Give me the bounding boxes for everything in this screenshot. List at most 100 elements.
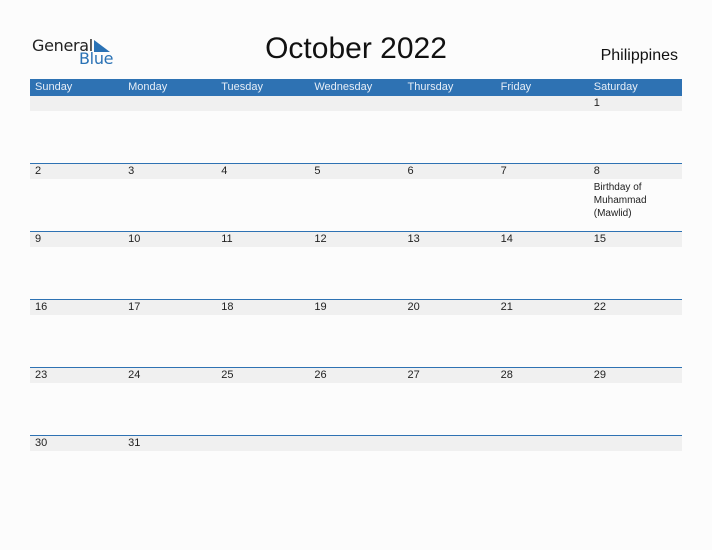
day-cell-11[interactable]: 11 bbox=[216, 232, 310, 299]
day-cell-empty[interactable] bbox=[402, 436, 496, 503]
day-number: 18 bbox=[216, 300, 310, 315]
day-number bbox=[309, 436, 403, 451]
week-row: 16 17 18 19 20 21 22 bbox=[30, 299, 682, 367]
day-cell-empty[interactable] bbox=[588, 436, 682, 503]
day-number: 8 bbox=[588, 164, 682, 179]
week-row: 1 bbox=[30, 96, 682, 163]
day-cell-22[interactable]: 22 bbox=[588, 300, 682, 367]
day-number: 16 bbox=[30, 300, 124, 315]
day-cell-16[interactable]: 16 bbox=[30, 300, 124, 367]
day-number: 15 bbox=[588, 232, 682, 247]
day-number: 22 bbox=[588, 300, 682, 315]
weekday-friday: Friday bbox=[500, 81, 532, 93]
day-cell-25[interactable]: 25 bbox=[216, 368, 310, 435]
day-number: 9 bbox=[30, 232, 124, 247]
day-cell-18[interactable]: 18 bbox=[216, 300, 310, 367]
day-number: 1 bbox=[588, 96, 682, 111]
weekday-monday: Monday bbox=[128, 81, 168, 93]
day-cell-15[interactable]: 15 bbox=[588, 232, 682, 299]
day-cell-24[interactable]: 24 bbox=[123, 368, 217, 435]
day-cell-23[interactable]: 23 bbox=[30, 368, 124, 435]
week-row: 2 3 4 5 6 7 8 Birthday of Muhammad (Mawlid) bbox=[30, 163, 682, 231]
day-cell-empty[interactable] bbox=[495, 436, 589, 503]
day-cell-6[interactable]: 6 bbox=[402, 164, 496, 231]
day-number: 21 bbox=[495, 300, 589, 315]
weekday-tuesday: Tuesday bbox=[221, 81, 264, 93]
day-cell-31[interactable]: 31 bbox=[123, 436, 217, 503]
day-number: 20 bbox=[402, 300, 496, 315]
day-number: 26 bbox=[309, 368, 403, 383]
day-cell-30[interactable]: 30 bbox=[30, 436, 124, 503]
day-number bbox=[216, 96, 310, 111]
day-number: 3 bbox=[123, 164, 217, 179]
day-number bbox=[216, 436, 310, 451]
weekday-thursday: Thursday bbox=[407, 81, 454, 93]
day-number: 25 bbox=[216, 368, 310, 383]
day-cell-empty[interactable] bbox=[495, 96, 589, 163]
day-cell-13[interactable]: 13 bbox=[402, 232, 496, 299]
day-cell-2[interactable]: 2 bbox=[30, 164, 124, 231]
day-cell-7[interactable]: 7 bbox=[495, 164, 589, 231]
day-cell-14[interactable]: 14 bbox=[495, 232, 589, 299]
day-cell-19[interactable]: 19 bbox=[309, 300, 403, 367]
day-cell-5[interactable]: 5 bbox=[309, 164, 403, 231]
day-cell-3[interactable]: 3 bbox=[123, 164, 217, 231]
day-number: 11 bbox=[216, 232, 310, 247]
day-cell-27[interactable]: 27 bbox=[402, 368, 496, 435]
weekday-sunday: Sunday bbox=[35, 81, 73, 93]
day-number: 23 bbox=[30, 368, 124, 383]
day-number: 5 bbox=[309, 164, 403, 179]
day-cell-12[interactable]: 12 bbox=[309, 232, 403, 299]
day-cell-empty[interactable] bbox=[123, 96, 217, 163]
day-number: 28 bbox=[495, 368, 589, 383]
day-number: 10 bbox=[123, 232, 217, 247]
weekday-saturday: Saturday bbox=[593, 81, 638, 93]
day-number: 4 bbox=[216, 164, 310, 179]
week-row: 23 24 25 26 27 28 29 bbox=[30, 367, 682, 435]
day-number bbox=[30, 96, 124, 111]
week-row: 9 10 11 12 13 14 15 bbox=[30, 231, 682, 299]
day-cell-empty[interactable] bbox=[309, 436, 403, 503]
day-number bbox=[495, 436, 589, 451]
calendar-weeks: 1 2 3 4 5 6 7 8 Birthday of Muhammad (Mawlid) 9 10… bbox=[30, 96, 682, 503]
day-number: 2 bbox=[30, 164, 124, 179]
day-number: 17 bbox=[123, 300, 217, 315]
day-number bbox=[123, 96, 217, 111]
calendar-grid: Sunday Monday Tuesday Wednesday Thursday Frid… bbox=[30, 79, 682, 503]
day-cell-empty[interactable] bbox=[216, 96, 310, 163]
day-number: 6 bbox=[402, 164, 496, 179]
day-number: 24 bbox=[123, 368, 217, 383]
day-number bbox=[588, 436, 682, 451]
day-number: 13 bbox=[402, 232, 496, 247]
day-number: 12 bbox=[309, 232, 403, 247]
day-cell-17[interactable]: 17 bbox=[123, 300, 217, 367]
day-cell-29[interactable]: 29 bbox=[588, 368, 682, 435]
day-number: 14 bbox=[495, 232, 589, 247]
day-cell-21[interactable]: 21 bbox=[495, 300, 589, 367]
day-cell-4[interactable]: 4 bbox=[216, 164, 310, 231]
day-cell-1[interactable]: 1 bbox=[588, 96, 682, 163]
day-cell-empty[interactable] bbox=[30, 96, 124, 163]
day-cell-8[interactable]: 8 Birthday of Muhammad (Mawlid) bbox=[588, 164, 682, 231]
day-cell-9[interactable]: 9 bbox=[30, 232, 124, 299]
day-number bbox=[402, 96, 496, 111]
day-number: 30 bbox=[30, 436, 124, 451]
weekday-wednesday: Wednesday bbox=[314, 81, 373, 93]
day-cell-28[interactable]: 28 bbox=[495, 368, 589, 435]
weekday-header: Sunday Monday Tuesday Wednesday Thursday Frid… bbox=[30, 79, 682, 96]
day-number: 27 bbox=[402, 368, 496, 383]
day-number: 31 bbox=[123, 436, 217, 451]
day-cell-26[interactable]: 26 bbox=[309, 368, 403, 435]
day-cell-20[interactable]: 20 bbox=[402, 300, 496, 367]
day-number bbox=[402, 436, 496, 451]
day-number bbox=[495, 96, 589, 111]
day-cell-empty[interactable] bbox=[402, 96, 496, 163]
day-number bbox=[309, 96, 403, 111]
day-number: 7 bbox=[495, 164, 589, 179]
day-cell-empty[interactable] bbox=[309, 96, 403, 163]
country-label: Philippines bbox=[600, 47, 678, 64]
day-cell-10[interactable]: 10 bbox=[123, 232, 217, 299]
day-number: 29 bbox=[588, 368, 682, 383]
week-row: 30 31 bbox=[30, 435, 682, 503]
day-cell-empty[interactable] bbox=[216, 436, 310, 503]
